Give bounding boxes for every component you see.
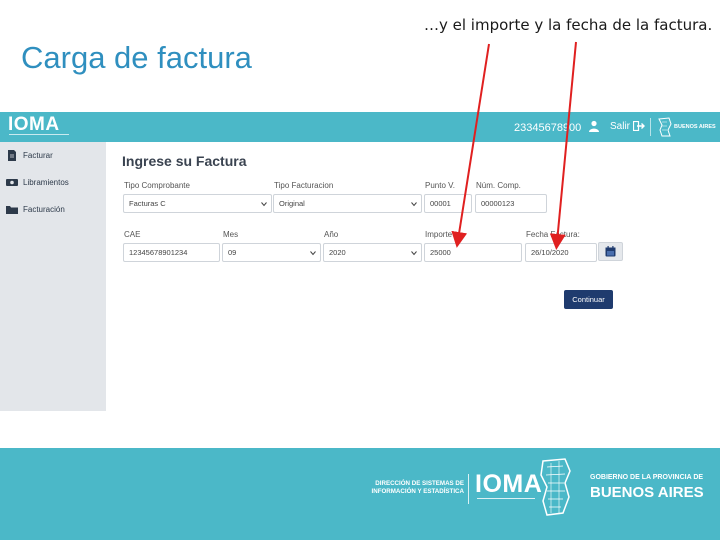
num-comp-input[interactable]: 00000123 bbox=[475, 194, 547, 213]
mes-label: Mes bbox=[223, 230, 239, 239]
brand-logo-text: BUENOS AIRES bbox=[674, 124, 716, 130]
importe-value: 25000 bbox=[430, 248, 451, 257]
tipo-facturacion-label: Tipo Facturacion bbox=[274, 181, 334, 190]
fecha-factura-label: Fecha Factura: bbox=[526, 230, 580, 239]
continue-button[interactable]: Continuar bbox=[564, 290, 613, 309]
form-title: Ingrese su Factura bbox=[122, 153, 247, 169]
punto-venta-value: 00001 bbox=[430, 199, 451, 208]
mes-select[interactable]: 09 bbox=[222, 243, 321, 262]
sidebar-item-label: Libramientos bbox=[23, 177, 69, 187]
tipo-comprobante-label: Tipo Comprobante bbox=[124, 181, 190, 190]
sidebar-item-label: Facturación bbox=[23, 204, 65, 214]
folder-icon bbox=[6, 205, 18, 214]
importe-input[interactable]: 25000 bbox=[424, 243, 522, 262]
annotation-text: …y el importe y la fecha de la factura. bbox=[424, 16, 713, 34]
fecha-factura-input[interactable]: 26/10/2020 bbox=[525, 243, 597, 262]
footer-buenos-aires-text: BUENOS AIRES bbox=[590, 484, 704, 501]
sidebar-item-label: Facturar bbox=[23, 150, 53, 160]
sidebar-item-libramientos[interactable]: Libramientos bbox=[6, 175, 69, 189]
ioma-logo[interactable]: IOMA bbox=[8, 114, 60, 136]
chevron-down-icon bbox=[411, 251, 417, 256]
money-icon bbox=[6, 178, 18, 186]
chevron-down-icon bbox=[261, 202, 267, 207]
document-icon bbox=[8, 149, 16, 161]
fecha-factura-value: 26/10/2020 bbox=[531, 248, 569, 257]
province-emblem-icon bbox=[540, 458, 571, 516]
calendar-button[interactable] bbox=[598, 242, 623, 261]
footer-dsie-line2: INFORMACIÓN Y ESTADÍSTICA bbox=[371, 488, 464, 495]
user-id: 23345678900 bbox=[514, 122, 582, 134]
app-header: IOMA 23345678900 Salir BUENOS AIRES bbox=[0, 112, 720, 142]
anio-label: Año bbox=[324, 230, 339, 239]
tipo-facturacion-select[interactable]: Original bbox=[273, 194, 422, 213]
ioma-logo-underline bbox=[9, 134, 69, 139]
chevron-down-icon bbox=[411, 202, 417, 207]
tipo-comprobante-select[interactable]: Facturas C bbox=[123, 194, 272, 213]
footer-dsie: DIRECCIÓN DE SISTEMAS DE INFORMACIÓN Y E… bbox=[352, 480, 464, 496]
footer-divider bbox=[468, 474, 469, 504]
footer-dsie-line1: DIRECCIÓN DE SISTEMAS DE bbox=[375, 480, 464, 487]
footer-ioma-underline bbox=[477, 498, 535, 506]
cae-input[interactable]: 12345678901234 bbox=[123, 243, 220, 262]
tipo-comprobante-value: Facturas C bbox=[129, 199, 166, 208]
chevron-down-icon bbox=[310, 251, 316, 256]
calendar-icon bbox=[605, 246, 616, 257]
anio-select[interactable]: 2020 bbox=[323, 243, 422, 262]
user-icon bbox=[589, 120, 599, 132]
num-comp-value: 00000123 bbox=[481, 199, 515, 208]
footer-gobierno-text: GOBIERNO DE LA PROVINCIA DE bbox=[590, 474, 704, 481]
slide-title: Carga de factura bbox=[21, 40, 252, 75]
mes-value: 09 bbox=[228, 248, 237, 257]
sidebar: Facturar Libramientos Facturación bbox=[0, 142, 106, 411]
logout-button[interactable]: Salir bbox=[610, 121, 630, 132]
cae-value: 12345678901234 bbox=[129, 248, 188, 257]
footer-ioma-logo: IOMA bbox=[475, 470, 543, 498]
cae-label: CAE bbox=[124, 230, 141, 239]
anio-value: 2020 bbox=[329, 248, 346, 257]
sidebar-item-facturacion[interactable]: Facturación bbox=[6, 202, 65, 216]
logout-icon[interactable] bbox=[633, 121, 645, 131]
main-content bbox=[106, 142, 720, 411]
sidebar-item-facturar[interactable]: Facturar bbox=[6, 148, 53, 162]
importe-label: Importe bbox=[425, 230, 453, 239]
punto-venta-label: Punto V. bbox=[425, 181, 455, 190]
punto-venta-input[interactable]: 00001 bbox=[424, 194, 472, 213]
num-comp-label: Núm. Comp. bbox=[476, 181, 521, 190]
header-divider bbox=[650, 118, 651, 136]
tipo-facturacion-value: Original bbox=[279, 199, 305, 208]
